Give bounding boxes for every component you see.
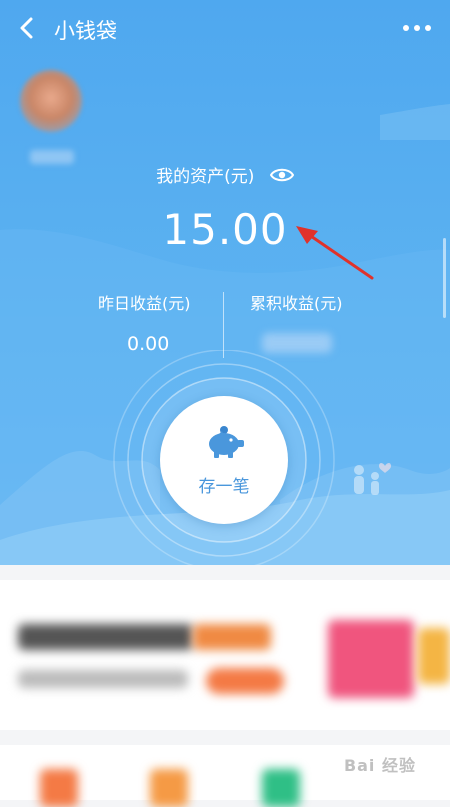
promo-highlight-blurred bbox=[193, 624, 271, 650]
yesterday-earnings-label: 昨日收益(元) bbox=[98, 294, 191, 313]
promo-image-blurred bbox=[328, 620, 414, 698]
deposit-button[interactable]: 存一笔 bbox=[160, 396, 288, 524]
promo-subtitle-blurred bbox=[18, 670, 188, 688]
total-earnings-label: 累积收益(元) bbox=[250, 294, 343, 313]
asset-label-row: 我的资产(元) bbox=[0, 162, 450, 187]
more-dots-icon[interactable] bbox=[402, 22, 432, 34]
stats-divider bbox=[223, 292, 224, 358]
eye-icon[interactable] bbox=[269, 167, 294, 183]
top-bar: 小钱袋 bbox=[0, 0, 450, 60]
promo-card-blurred[interactable] bbox=[0, 580, 450, 730]
promo-title-blurred bbox=[18, 624, 193, 650]
promo-image-edge-blurred bbox=[418, 628, 450, 684]
asset-amount: 15.00 bbox=[162, 205, 288, 254]
scrollbar[interactable] bbox=[443, 238, 446, 318]
deposit-button-label: 存一笔 bbox=[198, 477, 250, 497]
asset-hero: 小钱袋 我的资产(元) 15.00 昨日收益(元) 0.00 累积收益(元) 存… bbox=[0, 0, 450, 565]
feature-icon-1[interactable] bbox=[40, 769, 78, 807]
avatar[interactable] bbox=[20, 70, 82, 132]
asset-label: 我的资产(元) bbox=[156, 167, 255, 187]
people-illustration bbox=[354, 463, 391, 495]
feature-icon-3[interactable] bbox=[262, 769, 300, 807]
promo-button-blurred[interactable] bbox=[206, 668, 284, 694]
back-arrow-icon[interactable] bbox=[14, 14, 42, 42]
piggy-bank-icon bbox=[209, 426, 244, 458]
watermark: Bai 经验 bbox=[343, 756, 416, 775]
feature-icon-2[interactable] bbox=[150, 769, 188, 807]
page-title: 小钱袋 bbox=[54, 19, 117, 43]
